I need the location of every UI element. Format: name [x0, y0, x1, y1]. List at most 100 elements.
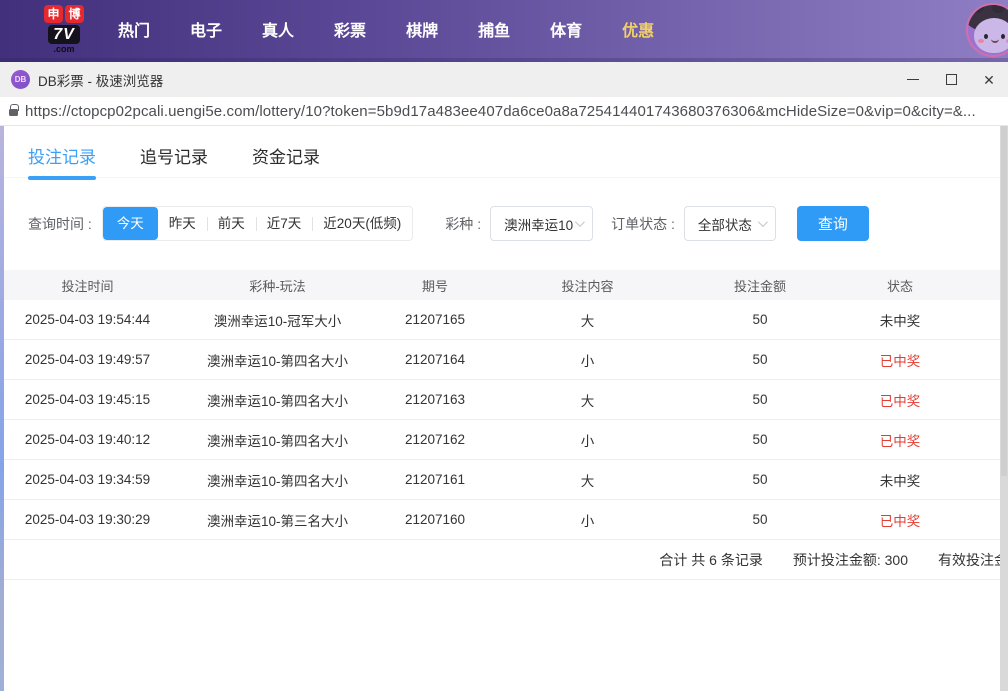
site-logo[interactable]: 申 博 7V .com	[38, 5, 90, 54]
chevron-down-icon	[575, 217, 585, 227]
col-bet-amount: 投注金额	[685, 276, 835, 295]
search-button[interactable]: 查询	[797, 206, 869, 241]
bet-status: 未中奖	[835, 470, 965, 490]
game-play: 澳洲幸运10-第四名大小	[175, 390, 380, 410]
bet-time: 2025-04-03 19:45:15	[0, 392, 175, 407]
table-row: 2025-04-03 19:54:44 澳洲幸运10-冠军大小 21207165…	[0, 300, 1008, 340]
close-icon: ✕	[983, 73, 995, 87]
time-option-today[interactable]: 今天	[103, 207, 158, 240]
logo-7v-text: 7V	[48, 25, 80, 44]
browser-urlbar[interactable]: https://ctopcp02pcali.uengi5e.com/lotter…	[0, 97, 1008, 126]
game-play: 澳洲幸运10-冠军大小	[175, 310, 380, 330]
bet-amount: 50	[685, 432, 835, 447]
table-row: 2025-04-03 19:49:57 澳洲幸运10-第四名大小 2120716…	[0, 340, 1008, 380]
nav-item-fishing[interactable]: 捕鱼	[472, 13, 516, 45]
tab-chase-records[interactable]: 追号记录	[140, 143, 208, 177]
left-gradient-strip	[0, 126, 4, 691]
game-play: 澳洲幸运10-第三名大小	[175, 510, 380, 530]
issue: 21207162	[380, 432, 490, 447]
issue: 21207163	[380, 392, 490, 407]
url-text[interactable]: https://ctopcp02pcali.uengi5e.com/lotter…	[25, 103, 976, 120]
lock-icon	[9, 109, 18, 116]
bet-content: 大	[490, 310, 685, 330]
col-game-play: 彩种-玩法	[175, 276, 380, 295]
bet-time: 2025-04-03 19:49:57	[0, 352, 175, 367]
order-status-select-value: 全部状态	[698, 214, 752, 234]
tab-chase-records-label: 追号记录	[140, 148, 208, 167]
bet-amount: 50	[685, 512, 835, 527]
user-avatar[interactable]	[966, 3, 1008, 57]
logo-badges: 申 博	[44, 5, 84, 23]
bet-amount: 50	[685, 352, 835, 367]
maximize-icon	[946, 74, 957, 85]
logo-char-shen: 申	[44, 5, 63, 23]
issue: 21207165	[380, 312, 490, 327]
time-option-last-20-days[interactable]: 近20天(低频)	[312, 207, 412, 240]
time-filter-label: 查询时间 :	[28, 214, 92, 234]
bet-time: 2025-04-03 19:54:44	[0, 312, 175, 327]
logo-char-bo: 博	[65, 5, 84, 23]
time-option-yesterday[interactable]: 昨天	[158, 207, 207, 240]
bet-status: 已中奖	[835, 430, 965, 450]
bet-amount: 50	[685, 312, 835, 327]
minimize-icon	[907, 79, 919, 80]
bet-time: 2025-04-03 19:34:59	[0, 472, 175, 487]
browser-tab-icon: DB	[11, 70, 30, 89]
vertical-scrollbar[interactable]	[1000, 126, 1008, 691]
tab-fund-records-label: 资金记录	[252, 148, 320, 167]
bet-records-table: 投注时间 彩种-玩法 期号 投注内容 投注金额 状态 2025-04-03 19…	[0, 270, 1008, 580]
minimize-button[interactable]	[894, 62, 932, 97]
nav-item-slots[interactable]: 电子	[184, 13, 228, 45]
bet-content: 小	[490, 350, 685, 370]
summary-valid-amount: 有效投注金额	[938, 550, 1008, 570]
col-issue: 期号	[380, 276, 490, 295]
tab-bet-records[interactable]: 投注记录	[28, 143, 96, 177]
window-title: DB彩票 - 极速浏览器	[38, 70, 163, 90]
bet-content: 小	[490, 510, 685, 530]
bet-status: 已中奖	[835, 390, 965, 410]
active-tab-underline	[28, 176, 96, 180]
browser-titlebar: DB DB彩票 - 极速浏览器 ✕	[0, 62, 1008, 97]
bet-time: 2025-04-03 19:30:29	[0, 512, 175, 527]
table-row: 2025-04-03 19:34:59 澳洲幸运10-第四名大小 2120716…	[0, 460, 1008, 500]
maximize-button[interactable]	[932, 62, 970, 97]
chevron-down-icon	[758, 217, 768, 227]
lottery-select[interactable]: 澳洲幸运10	[490, 206, 593, 241]
game-play: 澳洲幸运10-第四名大小	[175, 350, 380, 370]
table-row: 2025-04-03 19:30:29 澳洲幸运10-第三名大小 2120716…	[0, 500, 1008, 540]
lottery-filter-label: 彩种 :	[445, 214, 481, 234]
nav-item-hot[interactable]: 热门	[112, 13, 156, 45]
nav-item-sports[interactable]: 体育	[544, 13, 588, 45]
close-button[interactable]: ✕	[970, 62, 1008, 97]
time-range-group: 今天 昨天 前天 近7天 近20天(低频)	[102, 206, 414, 241]
col-bet-content: 投注内容	[490, 276, 685, 295]
game-play: 澳洲幸运10-第四名大小	[175, 430, 380, 450]
issue: 21207164	[380, 352, 490, 367]
nav-item-promos[interactable]: 优惠	[616, 13, 660, 45]
game-play: 澳洲幸运10-第四名大小	[175, 470, 380, 490]
page-content: 投注记录 追号记录 资金记录 查询时间 : 今天 昨天 前天 近7天 近20天(…	[0, 126, 1008, 691]
window-controls: ✕	[894, 62, 1008, 97]
table-row: 2025-04-03 19:40:12 澳洲幸运10-第四名大小 2120716…	[0, 420, 1008, 460]
issue: 21207161	[380, 472, 490, 487]
bet-status: 已中奖	[835, 510, 965, 530]
order-status-filter-label: 订单状态 :	[611, 214, 675, 234]
lottery-select-value: 澳洲幸运10	[504, 214, 573, 234]
table-row: 2025-04-03 19:45:15 澳洲幸运10-第四名大小 2120716…	[0, 380, 1008, 420]
order-status-select[interactable]: 全部状态	[684, 206, 776, 241]
bet-amount: 50	[685, 392, 835, 407]
bet-status: 已中奖	[835, 350, 965, 370]
tab-fund-records[interactable]: 资金记录	[252, 143, 320, 177]
bet-content: 大	[490, 470, 685, 490]
bet-time: 2025-04-03 19:40:12	[0, 432, 175, 447]
nav-item-live[interactable]: 真人	[256, 13, 300, 45]
time-option-last-7-days[interactable]: 近7天	[256, 207, 313, 240]
avatar-eye-left	[984, 34, 988, 39]
bet-status: 未中奖	[835, 310, 965, 330]
time-option-day-before[interactable]: 前天	[207, 207, 256, 240]
bet-content: 大	[490, 390, 685, 410]
nav-item-board-games[interactable]: 棋牌	[400, 13, 444, 45]
summary-total-records: 合计 共 6 条记录	[659, 550, 762, 570]
nav-item-lottery[interactable]: 彩票	[328, 13, 372, 45]
table-header-row: 投注时间 彩种-玩法 期号 投注内容 投注金额 状态	[0, 270, 1008, 300]
